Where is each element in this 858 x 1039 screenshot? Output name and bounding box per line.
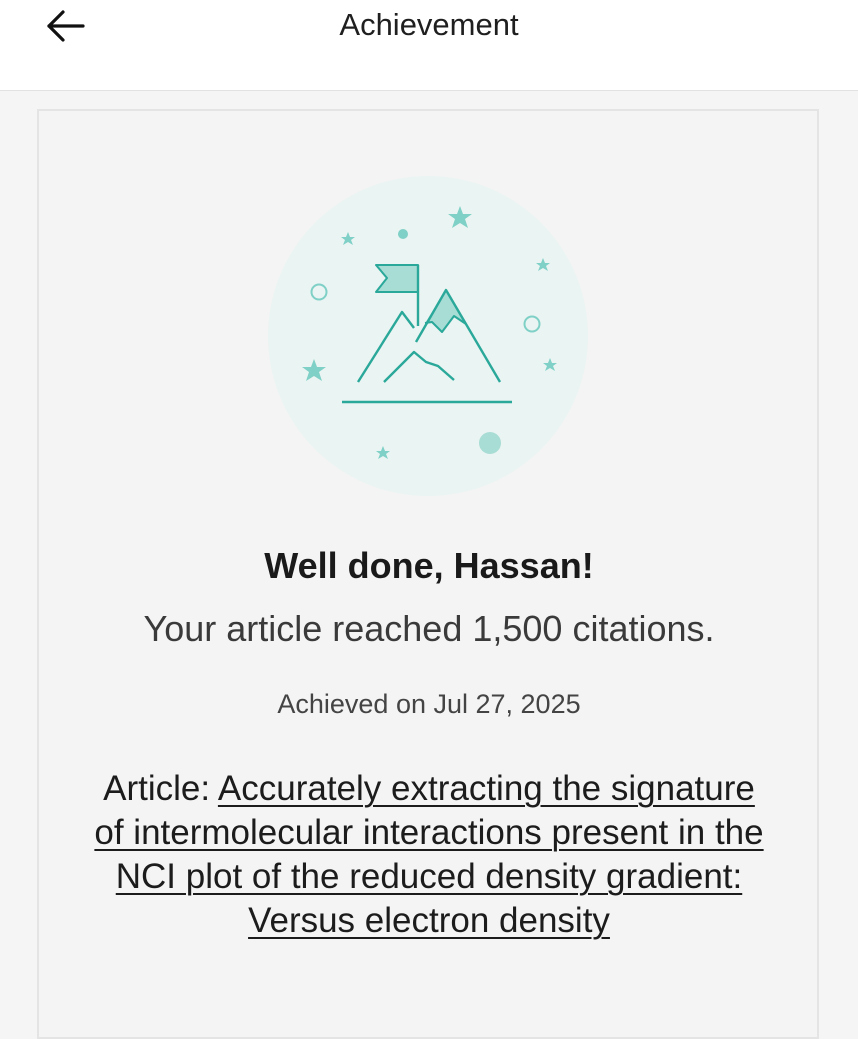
greeting-heading: Well done, Hassan!	[264, 545, 594, 586]
achievement-date: Achieved on Jul 27, 2025	[277, 689, 581, 719]
app-header: Achievement	[0, 0, 858, 91]
article-prefix: Article:	[103, 769, 218, 808]
achievement-message: Your article reached 1,500 citations.	[143, 608, 715, 649]
page-title: Achievement	[339, 7, 519, 42]
article-reference: Article: Accurately extracting the signa…	[90, 767, 768, 943]
mountain-summit-flag-icon	[268, 176, 588, 496]
